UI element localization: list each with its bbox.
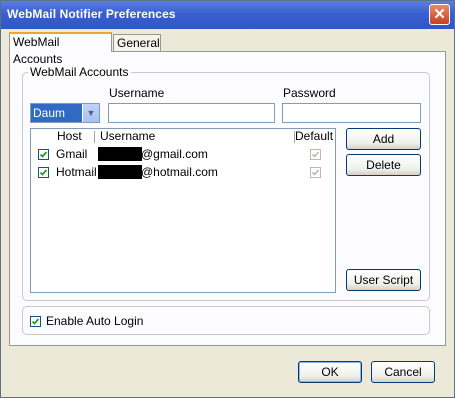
- column-header-username[interactable]: Username: [100, 129, 155, 145]
- chevron-down-icon[interactable]: ▼: [82, 104, 99, 122]
- password-input[interactable]: [282, 103, 421, 123]
- tab-webmail-accounts[interactable]: WebMail Accounts: [9, 32, 112, 66]
- host-select-value: Daum: [31, 104, 82, 122]
- delete-button[interactable]: Delete: [346, 154, 421, 176]
- tab-strip: WebMail Accounts General: [9, 32, 449, 66]
- checkmark-icon: [311, 169, 320, 176]
- column-header-host[interactable]: Host: [57, 129, 82, 145]
- table-row[interactable]: Gmail @gmail.com: [31, 146, 335, 164]
- checkmark-icon: [39, 169, 48, 176]
- host-select[interactable]: Daum ▼: [30, 103, 100, 123]
- default-checkbox: [310, 167, 321, 178]
- user-script-button[interactable]: User Script: [346, 269, 421, 291]
- row-host: Hotmail: [56, 165, 97, 179]
- redaction-block: [98, 147, 142, 161]
- checkmark-icon: [311, 151, 320, 158]
- table-row[interactable]: Hotmail @hotmail.com: [31, 164, 335, 182]
- default-checkbox: [310, 149, 321, 160]
- ok-button[interactable]: OK: [298, 361, 362, 383]
- password-label: Password: [283, 86, 336, 100]
- auto-login-group: Enable Auto Login: [22, 306, 430, 335]
- auto-login-checkbox[interactable]: [30, 316, 41, 327]
- close-icon[interactable]: ✕: [429, 4, 450, 25]
- add-button[interactable]: Add: [346, 128, 421, 150]
- row-host: Gmail: [56, 147, 88, 161]
- accounts-list[interactable]: Host Username Default Gmail @gmail.com H…: [30, 128, 336, 293]
- tab-general[interactable]: General: [113, 34, 161, 51]
- preferences-dialog: WebMail Notifier Preferences ✕ WebMail A…: [0, 0, 455, 398]
- checkmark-icon: [31, 318, 40, 325]
- account-enabled-checkbox[interactable]: [38, 149, 49, 160]
- checkmark-icon: [39, 151, 48, 158]
- username-label: Username: [109, 86, 165, 100]
- redaction-block: [98, 165, 142, 179]
- window-title: WebMail Notifier Preferences: [7, 7, 176, 21]
- username-input[interactable]: [108, 103, 275, 123]
- row-username: @gmail.com: [141, 147, 208, 161]
- accounts-group: WebMail Accounts Username Password Daum …: [22, 65, 430, 301]
- column-header-default[interactable]: Default: [295, 129, 333, 145]
- tab-panel: WebMail Accounts Username Password Daum …: [9, 51, 446, 346]
- auto-login-label[interactable]: Enable Auto Login: [46, 314, 143, 328]
- title-bar[interactable]: WebMail Notifier Preferences ✕: [1, 1, 454, 29]
- row-username: @hotmail.com: [141, 165, 218, 179]
- cancel-button[interactable]: Cancel: [371, 361, 435, 383]
- account-enabled-checkbox[interactable]: [38, 167, 49, 178]
- column-separator[interactable]: [94, 131, 95, 143]
